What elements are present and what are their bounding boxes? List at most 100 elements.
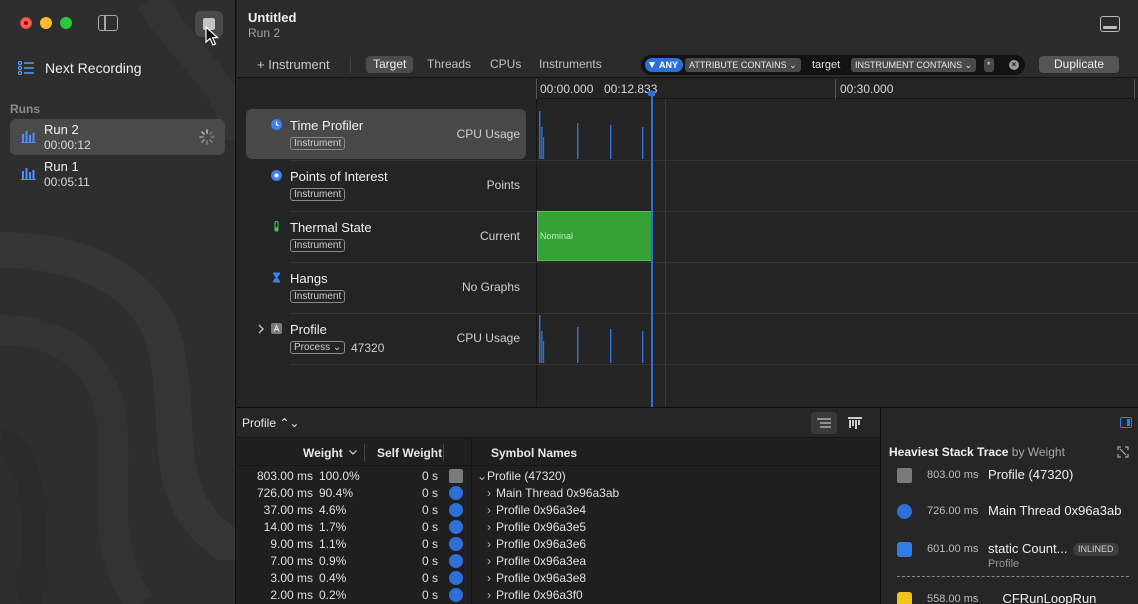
frame-name: Main Thread 0x96a3ab: [988, 503, 1122, 518]
self-weight-column-header[interactable]: Self Weight: [377, 446, 442, 460]
track-graph-type[interactable]: No Graphs: [462, 280, 520, 294]
inspector-toggle-icon[interactable]: [1120, 417, 1132, 428]
table-row[interactable]: 14.00 ms 1.7% 0 s › Profile 0x96a3e5: [237, 519, 880, 536]
playhead-handle[interactable]: [648, 91, 655, 96]
detail-panel: Profile ⌃⌄ Weight Self Weight Symbol Nam…: [237, 407, 1138, 604]
stack-frame[interactable]: 726.00 ms Main Thread 0x96a3ab: [897, 502, 1138, 532]
close-window-button[interactable]: [20, 17, 32, 29]
run-chart-icon: [21, 168, 36, 180]
tab-target[interactable]: Target: [366, 56, 414, 73]
thread-icon: [449, 520, 463, 534]
minimize-window-button[interactable]: [40, 17, 52, 29]
self-weight-cell: 0 s: [422, 554, 439, 568]
call-tree-view-button[interactable]: [811, 412, 837, 434]
expand-chevron-icon[interactable]: ›: [487, 571, 491, 585]
process-selector[interactable]: Process ⌄: [290, 341, 346, 354]
document-title: Untitled: [248, 10, 297, 25]
track-time-profiler[interactable]: Time Profiler Instrument CPU Usage: [237, 99, 1138, 159]
self-weight-cell: 0 s: [422, 503, 439, 517]
hourglass-icon: [273, 272, 280, 283]
cpu-usage-graph: [539, 111, 644, 159]
clear-filter-icon[interactable]: ×: [1009, 60, 1019, 70]
filter-field[interactable]: ANY ATTRIBUTE CONTAINS ⌄ target INSTRUME…: [641, 55, 1025, 75]
track-points-of-interest[interactable]: Points of Interest Instrument Points: [237, 160, 1138, 211]
toggle-bottom-panel-icon[interactable]: [1100, 16, 1120, 32]
call-tree-header: Weight Self Weight Symbol Names: [237, 439, 880, 466]
table-row[interactable]: 803.00 ms 100.0% 0 s ⌄ Profile (47320): [237, 468, 880, 485]
collapse-chevron-icon[interactable]: ⌄: [477, 469, 487, 483]
weight-cell: 37.00 ms: [263, 503, 313, 517]
table-row[interactable]: 7.00 ms 0.9% 0 s › Profile 0x96a3ea: [237, 553, 880, 570]
loading-spinner-icon: [199, 129, 215, 145]
frame-name: static Count...: [988, 541, 1068, 556]
self-weight-cell: 0 s: [422, 469, 439, 483]
tab-cpus[interactable]: CPUs: [483, 56, 528, 73]
track-graph-type[interactable]: CPU Usage: [457, 127, 520, 141]
table-row[interactable]: 2.00 ms 0.2% 0 s › Profile 0x96a3f0: [237, 587, 880, 604]
weight-percent-cell: 0.9%: [319, 554, 347, 568]
table-row[interactable]: 726.00 ms 90.4% 0 s › Main Thread 0x96a3…: [237, 485, 880, 502]
zoom-window-button[interactable]: [60, 17, 72, 29]
disclosure-chevron-icon[interactable]: [257, 324, 265, 334]
self-weight-cell: 0 s: [422, 537, 439, 551]
run-item-run-1[interactable]: Run 1 00:05:11: [10, 156, 225, 192]
duplicate-button[interactable]: Duplicate: [1039, 56, 1119, 73]
symbol-name-cell: Profile 0x96a3e6: [496, 537, 587, 551]
heaviest-stack-trace-title: Heaviest Stack Trace by Weight: [889, 445, 1065, 459]
weight-column-header[interactable]: Weight: [303, 446, 343, 460]
tab-instruments[interactable]: Instruments: [532, 56, 609, 73]
heaviest-stack-trace-panel: Heaviest Stack Trace by Weight 803.00 ms…: [880, 408, 1138, 604]
stack-frame[interactable]: 601.00 ms static Count... INLINED Profil…: [897, 540, 1138, 570]
flame-graph-view-button[interactable]: [842, 412, 868, 434]
expand-chevron-icon[interactable]: ›: [487, 520, 491, 534]
table-row[interactable]: 37.00 ms 4.6% 0 s › Profile 0x96a3e4: [237, 502, 880, 519]
track-hangs[interactable]: Hangs Instrument No Graphs: [237, 262, 1138, 313]
runs-section-label: Runs: [10, 102, 40, 116]
symbol-names-column-header[interactable]: Symbol Names: [491, 446, 577, 460]
sidebar-toggle-icon[interactable]: [98, 15, 118, 31]
sidebar-background-pattern: [0, 0, 235, 604]
filter-instrument-token[interactable]: INSTRUMENT CONTAINS ⌄: [851, 58, 977, 72]
track-graph-type[interactable]: Current: [480, 229, 520, 243]
symbol-name-cell: Profile 0x96a3e8: [496, 571, 587, 585]
table-row[interactable]: 3.00 ms 0.4% 0 s › Profile 0x96a3e8: [237, 570, 880, 587]
symbol-name-cell: Profile 0x96a3e5: [496, 520, 587, 534]
filter-any-token[interactable]: ANY: [645, 58, 684, 72]
expand-chevron-icon[interactable]: ›: [487, 486, 491, 500]
frame-weight: 726.00 ms: [927, 505, 979, 517]
sort-chevron-icon[interactable]: [349, 450, 357, 455]
expand-chevron-icon[interactable]: ›: [487, 554, 491, 568]
thread-icon: [449, 571, 463, 585]
track-graph-type[interactable]: Points: [487, 178, 520, 192]
weight-percent-cell: 0.4%: [319, 571, 347, 585]
table-row[interactable]: 9.00 ms 1.1% 0 s › Profile 0x96a3e6: [237, 536, 880, 553]
mouse-pointer-icon: [205, 26, 219, 46]
timeline-ruler[interactable]: 00:00.000 00:12.833 00:30.000: [536, 79, 1138, 99]
frame-library: Profile: [988, 558, 1020, 570]
stack-frame[interactable]: 558.00 ms __CFRunLoopRun: [897, 590, 1138, 604]
track-profile-process[interactable]: Profile Process ⌄ 47320 CPU Usage: [237, 313, 1138, 364]
track-thermal-state[interactable]: Thermal State Instrument Current: [237, 211, 1138, 262]
app-process-icon: [271, 323, 282, 334]
thread-icon: [449, 486, 463, 500]
track-kind-badge: Instrument: [290, 137, 346, 150]
weight-cell: 726.00 ms: [256, 486, 313, 500]
tab-threads[interactable]: Threads: [420, 56, 478, 73]
flame-graph-icon: [848, 417, 862, 429]
weight-percent-cell: 1.7%: [319, 520, 347, 534]
detail-view-selector[interactable]: Profile ⌃⌄: [242, 416, 299, 430]
stack-frame[interactable]: 803.00 ms Profile (47320): [897, 466, 1138, 496]
track-graph-type[interactable]: CPU Usage: [457, 331, 520, 345]
expand-arrows-icon[interactable]: [1116, 445, 1130, 459]
next-recording-item[interactable]: Next Recording: [18, 60, 142, 76]
expand-chevron-icon[interactable]: ›: [487, 537, 491, 551]
thermal-state-bar: Nominal: [537, 211, 652, 261]
track-name: Thermal State: [290, 220, 372, 235]
playhead-line[interactable]: [651, 94, 653, 407]
run-item-run-2[interactable]: Run 2 00:00:12: [10, 119, 225, 155]
column-divider: [443, 444, 444, 461]
add-instrument-button[interactable]: + Instrument: [257, 57, 330, 72]
filter-attribute-token[interactable]: ATTRIBUTE CONTAINS ⌄: [685, 58, 801, 72]
expand-chevron-icon[interactable]: ›: [487, 503, 491, 517]
expand-chevron-icon[interactable]: ›: [487, 588, 491, 602]
